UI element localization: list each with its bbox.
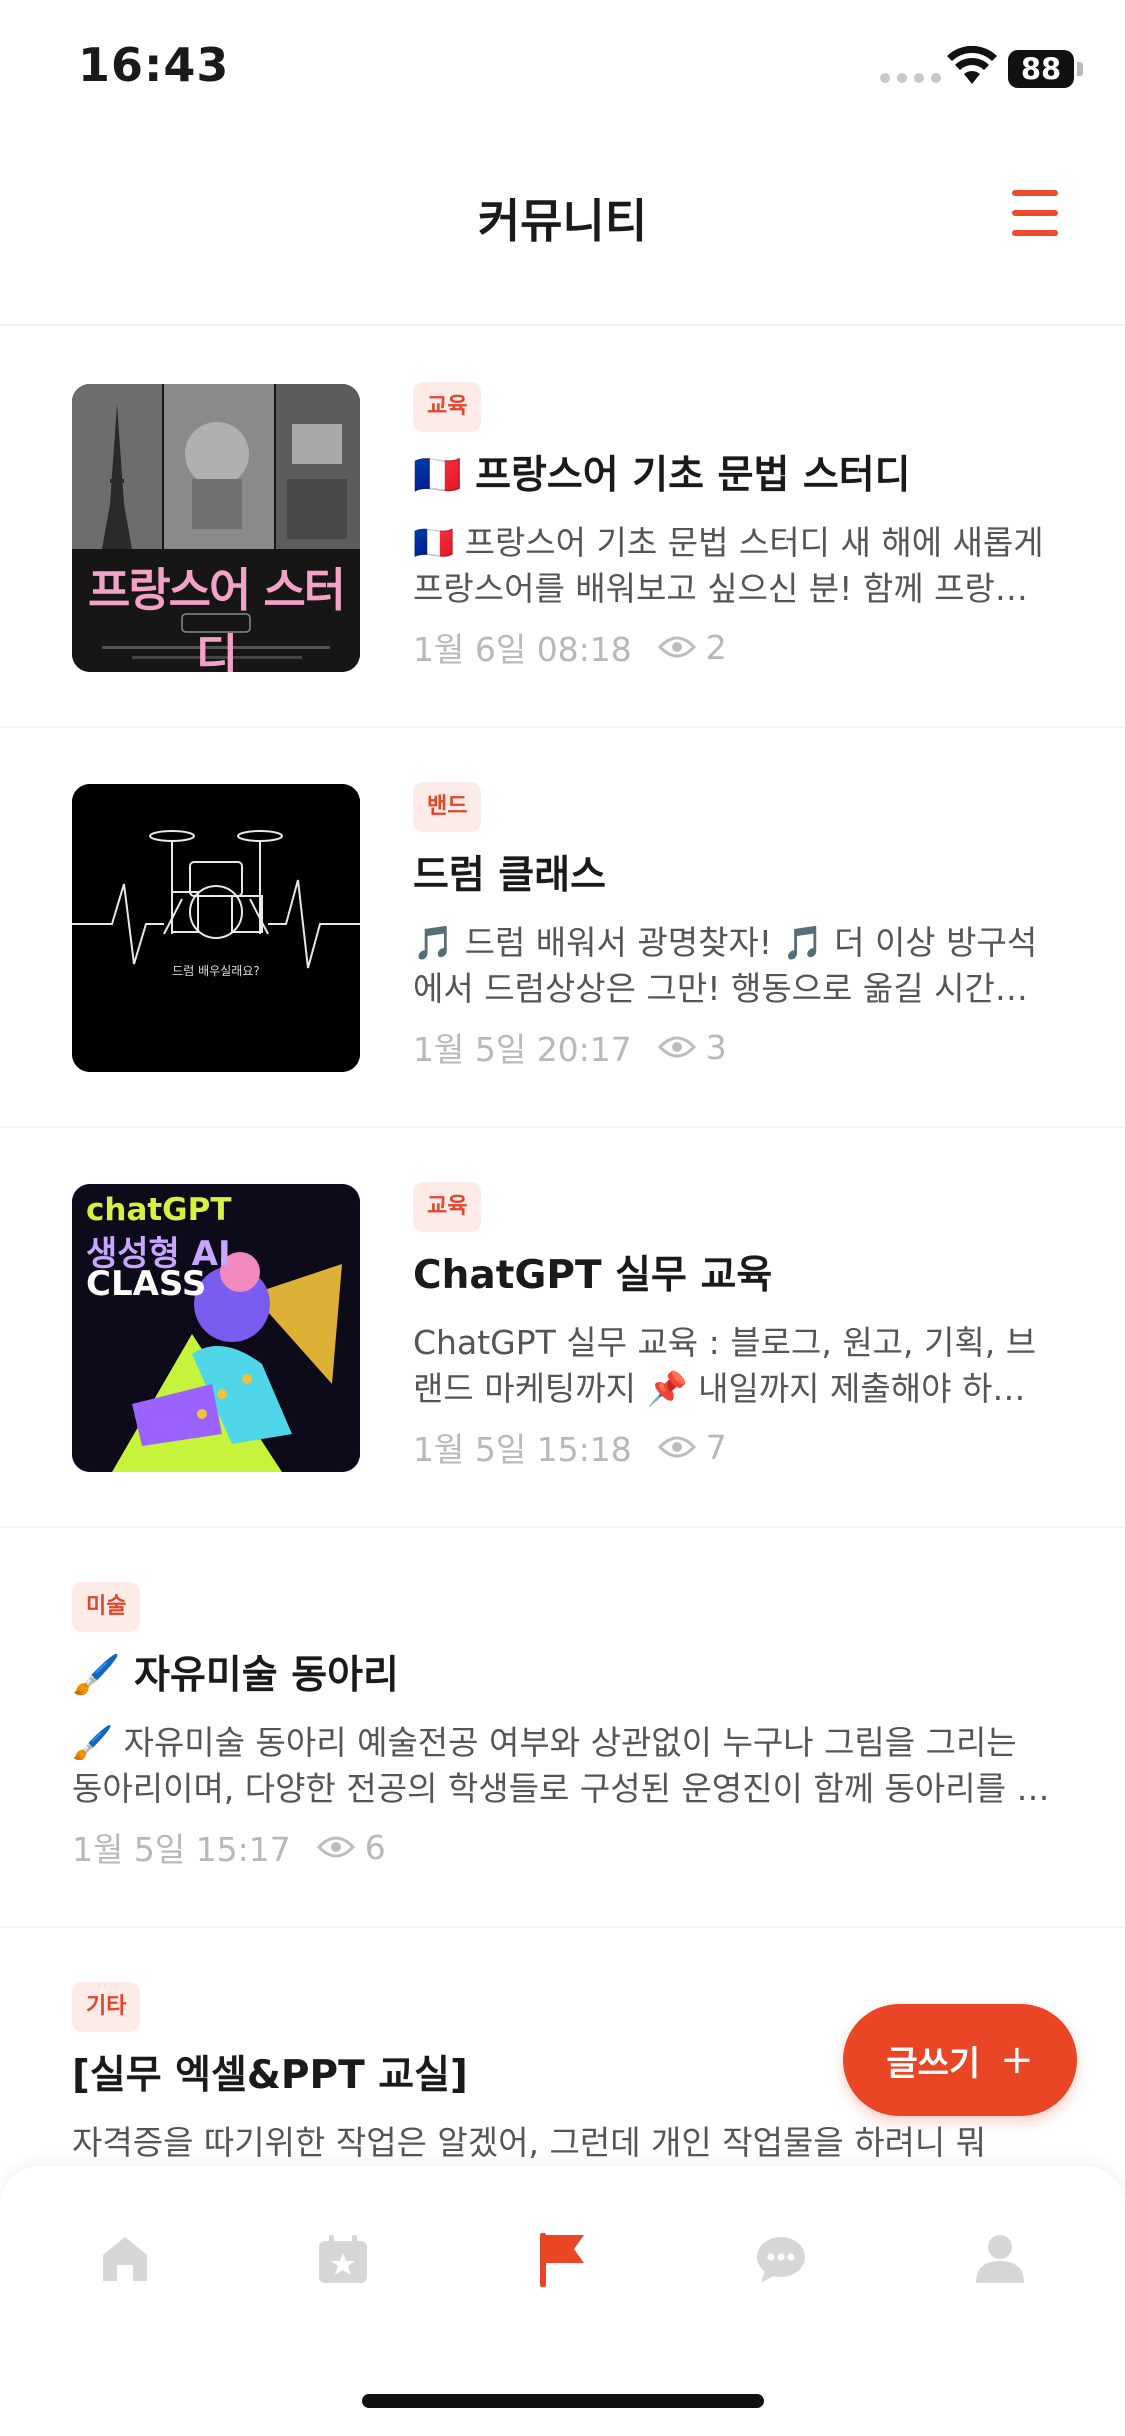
person-icon xyxy=(976,2235,1024,2283)
post-title: 🇫🇷 프랑스어 기초 문법 스터디 xyxy=(413,453,911,498)
battery-icon: 88 xyxy=(1008,50,1084,88)
header: 커뮤니티 xyxy=(0,140,1125,326)
list-item[interactable]: 미술 🖌️ 자유미술 동아리 🖌️ 자유미술 동아리 예술전공 여부와 상관없이… xyxy=(0,1528,1125,1928)
post-date: 1월 5일 15:18 xyxy=(413,1430,632,1469)
write-post-label: 글쓰기 xyxy=(886,2043,981,2084)
post-meta: 1월 6일 08:18 2 xyxy=(413,622,1053,672)
write-post-button[interactable]: 글쓰기 + xyxy=(843,2004,1077,2116)
post-thumbnail: 드럼 배우실래요? xyxy=(72,784,360,1072)
view-count: 7 xyxy=(705,1427,727,1467)
flag-icon xyxy=(540,2233,584,2287)
category-badge: 미술 xyxy=(72,1582,141,1632)
post-meta: 1월 5일 15:18 7 xyxy=(413,1422,1053,1472)
view-count: 2 xyxy=(705,627,727,667)
wifi-icon xyxy=(947,46,997,84)
view-count: 3 xyxy=(705,1027,727,1067)
page-title: 커뮤니티 xyxy=(477,194,648,248)
tab-chat[interactable] xyxy=(736,2214,826,2304)
cellular-signal-icon xyxy=(880,73,941,83)
status-bar: 16:43 88 xyxy=(0,0,1125,140)
list-item[interactable]: chatGPT 생성형 AI CLASS 교육 ChatGPT 실무 교육 Ch… xyxy=(0,1128,1125,1528)
view-count: 6 xyxy=(364,1827,386,1867)
eye-icon xyxy=(657,1036,696,1058)
thumbnail-text: CLASS xyxy=(86,1264,207,1304)
post-excerpt: 🎵 드럼 배워서 광명찾자! 🎵 더 이상 방구석에서 드럼상상은 그만! 행동… xyxy=(413,923,1038,1008)
tab-home[interactable] xyxy=(80,2214,170,2304)
plus-icon: + xyxy=(1000,2037,1034,2083)
tab-calendar[interactable] xyxy=(298,2214,388,2304)
post-thumbnail: 프랑스어 스터디 xyxy=(72,384,360,672)
thumbnail-text: chatGPT xyxy=(86,1192,232,1228)
post-meta: 1월 5일 15:17 6 xyxy=(72,1822,1053,1872)
menu-icon xyxy=(1012,190,1058,196)
tab-community[interactable] xyxy=(517,2214,607,2304)
category-badge: 기타 xyxy=(72,1982,141,2032)
category-badge: 교육 xyxy=(413,382,482,432)
thumbnail-text: 드럼 배우실래요? xyxy=(172,964,260,978)
home-indicator xyxy=(362,2394,764,2408)
post-excerpt: 🇫🇷 프랑스어 기초 문법 스터디 새 해에 새롭게 프랑스어를 배워보고 싶으… xyxy=(413,523,1044,608)
eye-icon xyxy=(657,636,696,658)
eye-icon xyxy=(657,1436,696,1458)
tab-profile[interactable] xyxy=(955,2214,1045,2304)
status-time: 16:43 xyxy=(78,38,230,92)
post-title: ChatGPT 실무 교육 xyxy=(413,1253,773,1298)
home-icon xyxy=(103,2237,147,2281)
list-item[interactable]: 프랑스어 스터디 교육 🇫🇷 프랑스어 기초 문법 스터디 🇫🇷 프랑스어 기초… xyxy=(0,328,1125,728)
post-thumbnail: chatGPT 생성형 AI CLASS xyxy=(72,1184,360,1472)
thumbnail-text: 프랑스어 스터디 xyxy=(88,563,346,672)
post-title: 드럼 클래스 xyxy=(413,853,606,898)
post-excerpt: ChatGPT 실무 교육 : 블로그, 원고, 기획, 브랜드 마케팅까지 📌… xyxy=(413,1323,1037,1408)
post-title: 🖌️ 자유미술 동아리 xyxy=(72,1653,399,1698)
chat-bubble-icon xyxy=(757,2237,805,2283)
post-date: 1월 6일 08:18 xyxy=(413,630,632,669)
category-badge: 교육 xyxy=(413,1182,482,1232)
battery-level: 88 xyxy=(1008,50,1074,88)
calendar-star-icon xyxy=(319,2235,367,2283)
menu-button[interactable] xyxy=(1008,190,1064,240)
eye-icon xyxy=(316,1836,355,1858)
post-excerpt: 자격증을 따기위한 작업은 알겠어, 그런데 개인 작업물을 하려니 뭐 xyxy=(72,2123,987,2162)
post-excerpt: 🖌️ 자유미술 동아리 예술전공 여부와 상관없이 누구나 그림을 그리는 동아… xyxy=(72,1723,1047,1808)
post-meta: 1월 5일 20:17 3 xyxy=(413,1022,1053,1072)
post-date: 1월 5일 20:17 xyxy=(413,1030,632,1069)
post-date: 1월 5일 15:17 xyxy=(72,1830,291,1869)
category-badge: 밴드 xyxy=(413,782,482,832)
list-item[interactable]: 드럼 배우실래요? 밴드 드럼 클래스 🎵 드럼 배워서 광명찾자! 🎵 더 이… xyxy=(0,728,1125,1128)
